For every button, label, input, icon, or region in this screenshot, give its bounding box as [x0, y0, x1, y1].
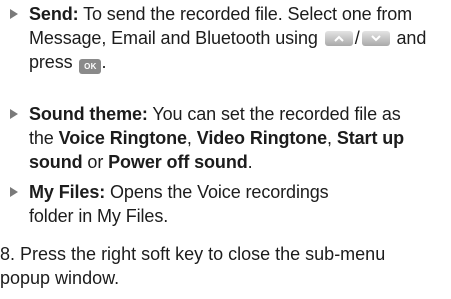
ok-key-icon: OK — [79, 59, 102, 74]
manual-page: Send: To send the recorded file. Select … — [0, 0, 451, 299]
option-video-ringtone: Video Ringtone — [196, 128, 328, 148]
bullet-triangle-icon — [10, 9, 18, 19]
bullet-label: Send: — [29, 4, 79, 24]
slash-text: / — [354, 28, 360, 48]
step-number: 8. — [0, 244, 16, 264]
step-8: 8. Press the right soft key to close the… — [0, 242, 440, 290]
bullet-send: Send: To send the recorded file. Select … — [10, 2, 430, 74]
separator: , — [327, 128, 332, 148]
bullet-my-files: My Files: Opens the Voice recordings fol… — [10, 180, 430, 228]
bullet-text: Send: To send the recorded file. Select … — [29, 4, 427, 74]
bullet-text: Sound theme: You can set the recorded fi… — [29, 102, 430, 174]
bullet-label: My Files: — [29, 182, 106, 202]
up-key-icon — [324, 31, 353, 46]
down-key-icon — [361, 31, 390, 46]
separator: , — [186, 128, 192, 148]
bullet-triangle-icon — [10, 109, 18, 119]
bullet-text: My Files: Opens the Voice recordings fol… — [29, 180, 369, 228]
bullet-sound-theme: Sound theme: You can set the recorded fi… — [10, 102, 430, 174]
step-text: Press the right soft key to close the su… — [0, 244, 386, 288]
period: . — [247, 152, 253, 172]
separator: or — [87, 152, 104, 172]
bullet-label: Sound theme: — [29, 104, 148, 124]
bullet-triangle-icon — [10, 187, 18, 197]
option-voice-ringtone: Voice Ringtone — [58, 128, 187, 148]
option-power-off-sound: Power off sound — [108, 152, 248, 172]
